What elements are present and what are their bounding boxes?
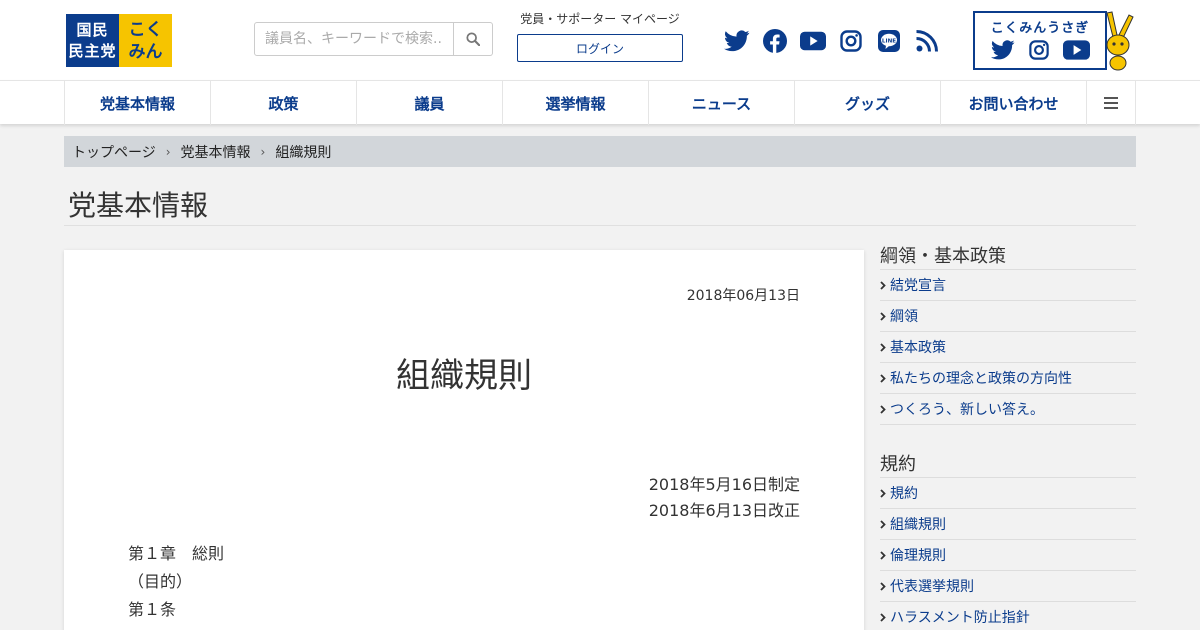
breadcrumb-separator-icon: › (165, 144, 171, 159)
sidebar-item-ethics-rules[interactable]: 倫理規則 (880, 540, 1136, 571)
nav-item-members[interactable]: 議員 (357, 81, 503, 125)
chevron-right-icon (880, 581, 890, 591)
breadcrumb-home[interactable]: トップページ (72, 142, 156, 162)
sidebar-item-philosophy[interactable]: 私たちの理念と政策の方向性 (880, 363, 1136, 394)
youtube-icon[interactable] (800, 28, 826, 54)
nav-item-party-info[interactable]: 党基本情報 (65, 81, 211, 125)
twitter-icon[interactable] (724, 28, 750, 54)
member-page-label: 党員・サポーター マイページ (520, 12, 680, 26)
menu-button[interactable] (1087, 81, 1136, 125)
page-title: 党基本情報 (68, 189, 209, 222)
article-title: 組織規則 (396, 356, 532, 396)
search-input[interactable] (254, 22, 454, 56)
sidebar-item-label: つくろう、新しい答え。 (890, 402, 1044, 418)
logo-text-line1: 国民 (76, 20, 109, 39)
article-clause: 第１条 (128, 600, 177, 619)
facebook-icon[interactable] (762, 28, 788, 54)
article-date: 2018年06月13日 (686, 288, 800, 304)
section-caption: （目的） (128, 572, 193, 591)
site-search (254, 22, 493, 56)
sidebar-item-founding-declaration[interactable]: 結党宣言 (880, 270, 1136, 301)
kokumin-usagi-title: こくみんうさぎ (990, 21, 1090, 36)
logo-kana-line2: みん (128, 41, 163, 62)
rabbit-mascot-icon (1106, 11, 1134, 71)
chevron-right-icon (880, 373, 890, 383)
logo-text-line2: 民主党 (68, 41, 117, 60)
nav-item-election[interactable]: 選挙情報 (503, 81, 649, 125)
nav-item-goods[interactable]: グッズ (795, 81, 941, 125)
breadcrumb-separator-icon: › (260, 144, 266, 159)
sidebar-item-basic-policy[interactable]: 基本政策 (880, 332, 1136, 363)
chevron-right-icon (880, 488, 890, 498)
chevron-right-icon (880, 550, 890, 560)
sidebar-heading-platform: 綱領・基本政策 (880, 244, 1136, 270)
chevron-right-icon (880, 311, 890, 321)
youtube-icon[interactable] (1062, 40, 1090, 60)
kokumin-usagi-banner[interactable]: こくみんうさぎ (973, 11, 1134, 71)
breadcrumb: トップページ › 党基本情報 › 組織規則 (64, 136, 1136, 167)
sidebar-item-label: 結党宣言 (890, 278, 946, 294)
logo-kana-line1: こく (128, 19, 163, 40)
nav-item-news[interactable]: ニュース (649, 81, 795, 125)
party-logo[interactable]: 国民 民主党 こく みん (66, 14, 172, 67)
breadcrumb-party-info[interactable]: 党基本情報 (181, 142, 251, 162)
chevron-right-icon (880, 280, 890, 290)
svg-text:LINE: LINE (882, 38, 896, 44)
breadcrumb-current: 組織規則 (275, 144, 332, 161)
sidebar-item-new-answers[interactable]: つくろう、新しい答え。 (880, 394, 1136, 425)
article-card: 2018年06月13日 組織規則 2018年5月16日制定 2018年6月13日… (64, 250, 864, 630)
sidebar-item-harassment-guidelines[interactable]: ハラスメント防止指針 (880, 602, 1136, 630)
sidebar-item-label: ハラスメント防止指針 (890, 610, 1030, 626)
sidebar-item-label: 規約 (890, 486, 918, 502)
sidebar-heading-rules: 規約 (880, 452, 1136, 478)
sidebar-item-label: 綱領 (890, 309, 918, 325)
revision-line: 2018年6月13日改正 (648, 501, 800, 520)
login-button[interactable]: ログイン (517, 34, 683, 62)
article-body: 第１章 総則 （目的） 第１条 (128, 542, 224, 626)
member-area: 党員・サポーター マイページ ログイン (517, 10, 683, 62)
sidebar-item-organization-rules[interactable]: 組織規則 (880, 509, 1136, 540)
chevron-right-icon (880, 342, 890, 352)
sidebar-item-label: 組織規則 (890, 517, 946, 533)
revision-line: 2018年5月16日制定 (648, 475, 800, 494)
chevron-right-icon (880, 612, 890, 622)
nav-item-policy[interactable]: 政策 (211, 81, 357, 125)
twitter-icon[interactable] (990, 40, 1015, 60)
sidebar-item-platform[interactable]: 綱領 (880, 301, 1136, 332)
instagram-icon[interactable] (1028, 40, 1049, 60)
sidebar: 綱領・基本政策 結党宣言 綱領 基本政策 私たちの理念と政策の方向性 つくろう、… (880, 244, 1136, 630)
sidebar-item-label: 基本政策 (890, 340, 946, 356)
global-nav: 党基本情報 政策 議員 選挙情報 ニュース グッズ お問い合わせ (0, 80, 1200, 125)
sidebar-item-label: 代表選挙規則 (890, 579, 974, 595)
chapter-heading: 第１章 総則 (128, 544, 225, 563)
search-button[interactable] (454, 22, 493, 56)
hamburger-icon (1104, 97, 1118, 109)
revision-history: 2018年5月16日制定 2018年6月13日改正 (649, 472, 800, 524)
line-icon[interactable]: LINE (876, 28, 902, 54)
search-icon (466, 32, 480, 46)
sidebar-item-label: 私たちの理念と政策の方向性 (890, 371, 1072, 387)
title-divider (64, 225, 1136, 226)
rss-icon[interactable] (914, 28, 940, 54)
chevron-right-icon (880, 404, 890, 414)
sidebar-item-bylaws[interactable]: 規約 (880, 478, 1136, 509)
nav-item-contact[interactable]: お問い合わせ (941, 81, 1087, 125)
site-header: 国民 民主党 こく みん 党員・サポーター マイページ ログイン (0, 0, 1200, 80)
sidebar-item-leader-election-rules[interactable]: 代表選挙規則 (880, 571, 1136, 602)
chevron-right-icon (880, 519, 890, 529)
sidebar-item-label: 倫理規則 (890, 548, 946, 564)
social-links: LINE (724, 28, 940, 54)
instagram-icon[interactable] (838, 28, 864, 54)
